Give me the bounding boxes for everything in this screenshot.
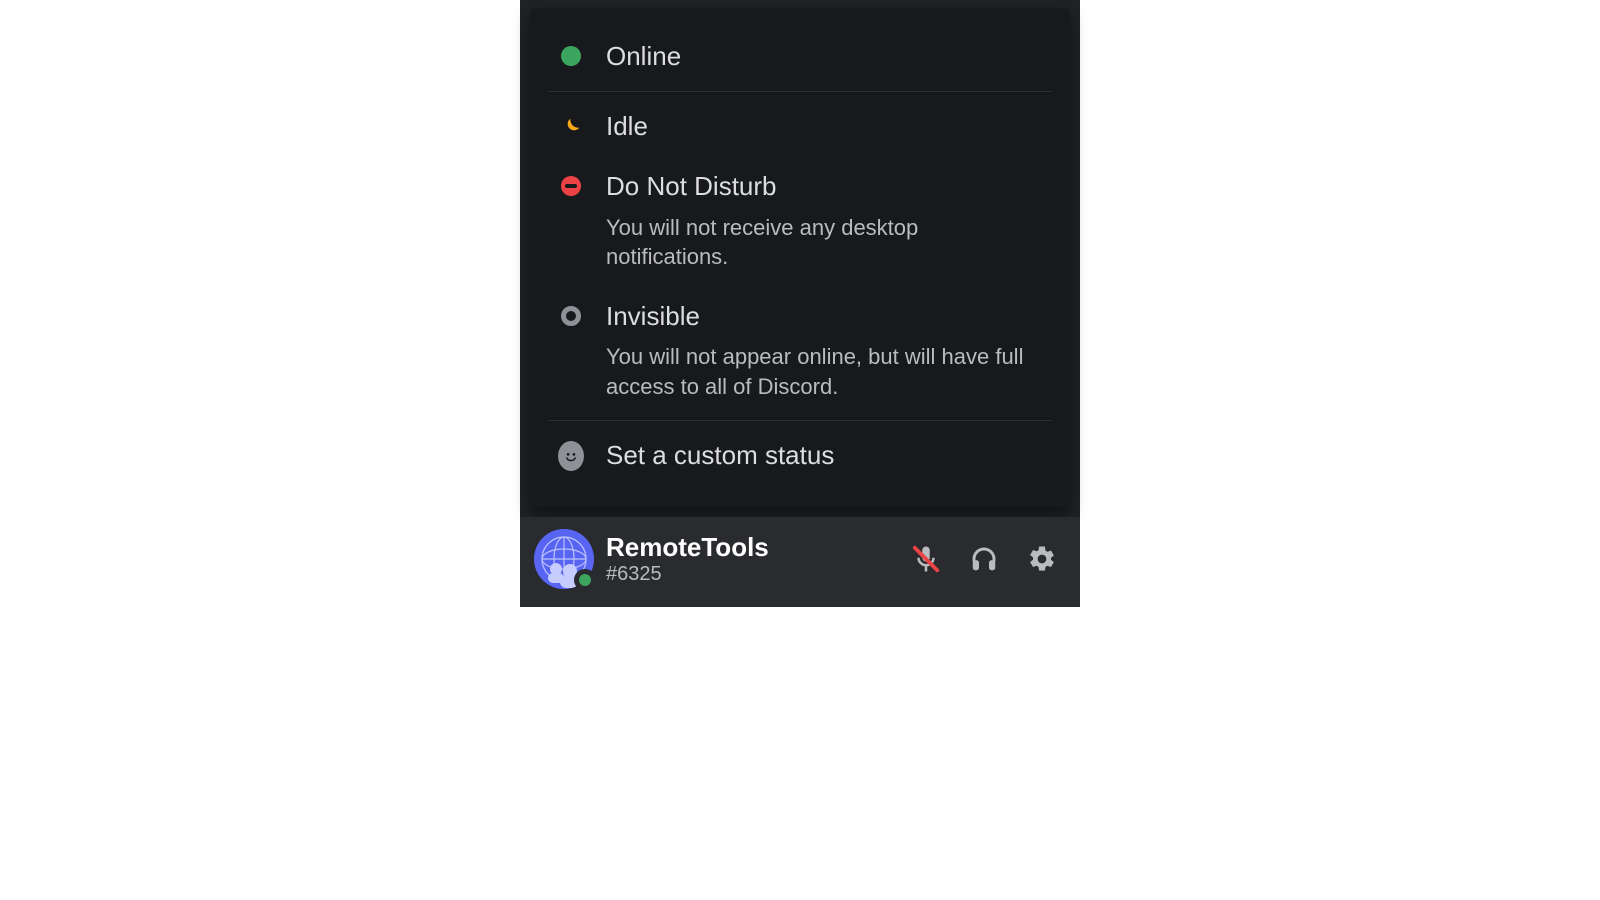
invisible-status-icon <box>558 300 584 326</box>
dnd-status-icon <box>558 170 584 196</box>
deafen-button[interactable] <box>966 541 1002 577</box>
separator <box>548 420 1052 421</box>
online-status-badge <box>574 569 596 591</box>
mute-mic-button[interactable] <box>908 541 944 577</box>
user-settings-button[interactable] <box>1024 541 1060 577</box>
status-option-invisible[interactable]: Invisible You will not appear online, bu… <box>548 286 1052 416</box>
status-option-label: Idle <box>606 110 1042 143</box>
status-option-idle[interactable]: Idle <box>548 96 1052 157</box>
user-info[interactable]: RemoteTools #6325 <box>606 533 896 586</box>
mic-muted-icon <box>911 544 941 574</box>
status-panel: Online Idle Do Not Disturb You will not … <box>520 0 1080 607</box>
status-popover: Online Idle Do Not Disturb You will not … <box>530 8 1070 507</box>
online-status-icon <box>558 40 584 66</box>
user-avatar[interactable] <box>534 529 594 589</box>
user-discriminator: #6325 <box>606 562 896 586</box>
username: RemoteTools <box>606 533 896 562</box>
status-option-online[interactable]: Online <box>548 26 1052 87</box>
gear-icon <box>1027 544 1057 574</box>
emoji-icon <box>558 439 584 471</box>
status-option-dnd[interactable]: Do Not Disturb You will not receive any … <box>548 156 1052 286</box>
idle-status-icon <box>558 110 584 138</box>
headphones-icon <box>969 544 999 574</box>
user-bar: RemoteTools #6325 <box>520 517 1080 607</box>
status-option-label: Do Not Disturb <box>606 170 1042 203</box>
separator <box>548 91 1052 92</box>
status-option-label: Invisible <box>606 300 1042 333</box>
custom-status-label: Set a custom status <box>606 439 1042 472</box>
set-custom-status[interactable]: Set a custom status <box>548 425 1052 486</box>
status-option-description: You will not receive any desktop notific… <box>606 213 1042 272</box>
userbar-controls <box>908 541 1066 577</box>
status-option-label: Online <box>606 40 1042 73</box>
status-option-description: You will not appear online, but will hav… <box>606 342 1042 401</box>
